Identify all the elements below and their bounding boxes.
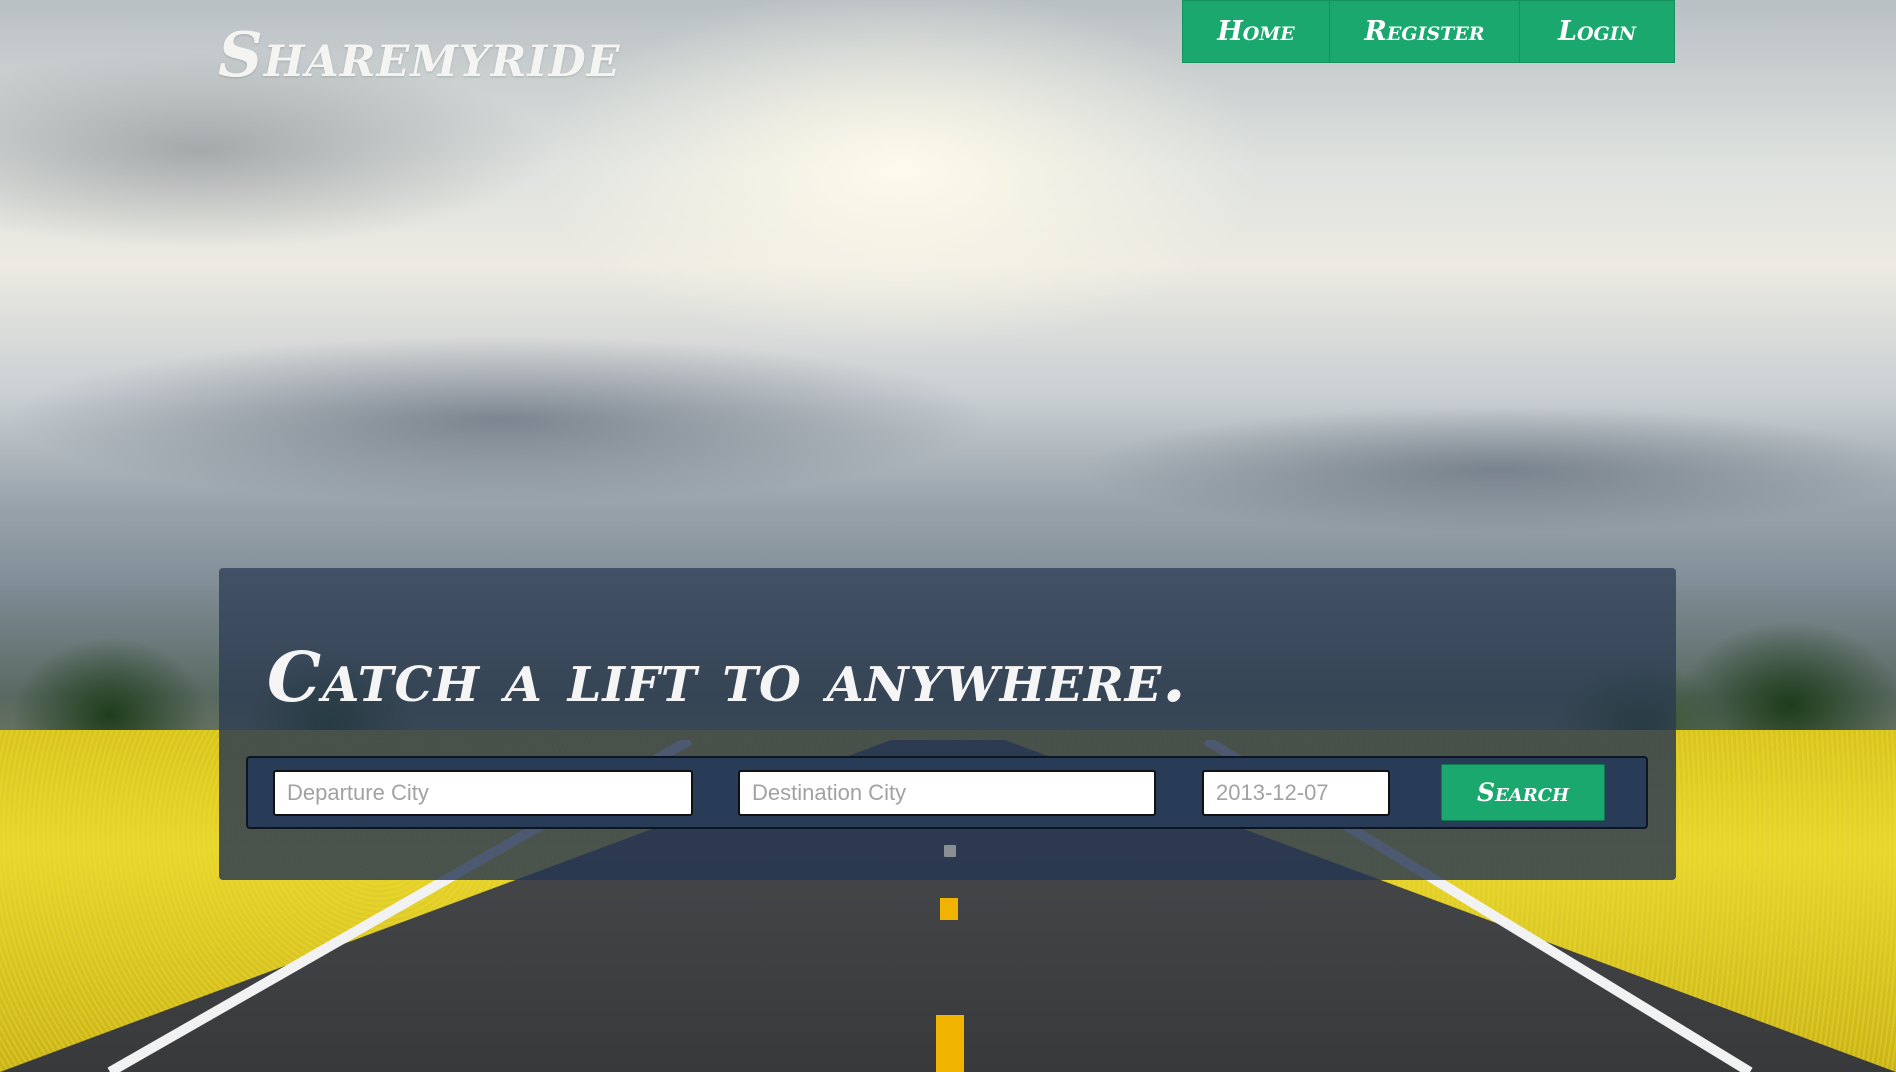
search-panel: Catch a lift to anywhere. Search: [219, 568, 1676, 880]
departure-city-input[interactable]: [273, 770, 693, 816]
carousel-indicator[interactable]: [944, 845, 956, 857]
nav-login-link[interactable]: Login: [1520, 1, 1674, 62]
search-button[interactable]: Search: [1441, 764, 1605, 821]
date-input[interactable]: [1202, 770, 1390, 816]
background-scene: [0, 0, 1896, 1072]
site-logo[interactable]: Sharemyride: [218, 18, 620, 91]
hero-headline: Catch a lift to anywhere.: [267, 638, 1187, 718]
main-nav: Home Register Login: [1182, 0, 1675, 63]
nav-register-link[interactable]: Register: [1330, 1, 1520, 62]
destination-city-input[interactable]: [738, 770, 1156, 816]
nav-home-link[interactable]: Home: [1183, 1, 1330, 62]
ride-search-form: Search: [246, 756, 1648, 829]
